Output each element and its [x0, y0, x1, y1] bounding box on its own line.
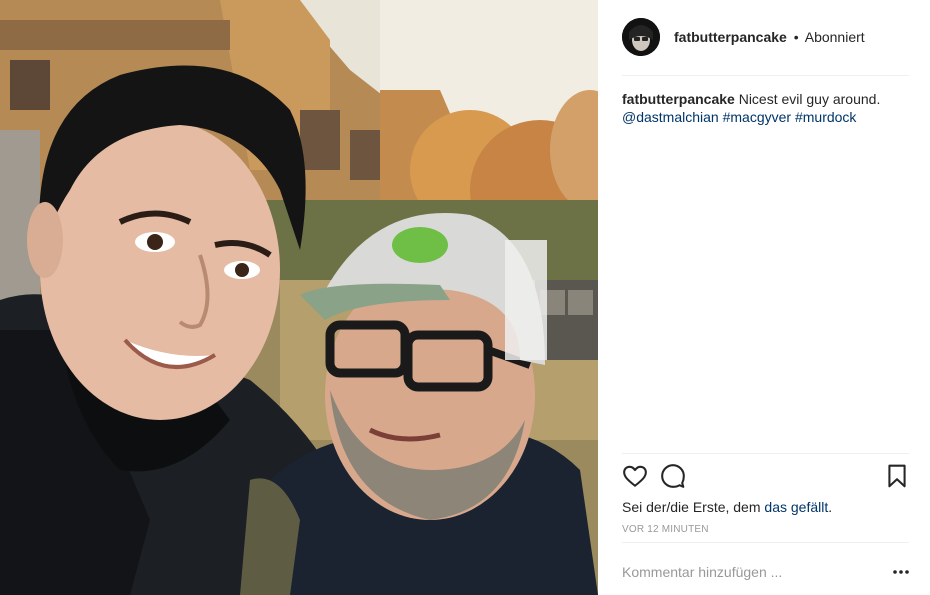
divider: [622, 75, 909, 76]
caption-mention[interactable]: @dastmalchian: [622, 109, 719, 125]
divider: [622, 542, 909, 543]
post-caption: fatbutterpancake Nicest evil guy around.…: [622, 90, 909, 126]
likes-link[interactable]: das gefällt: [764, 499, 828, 515]
more-options-icon[interactable]: [890, 564, 912, 580]
comment-icon[interactable]: [660, 463, 686, 489]
post-timestamp[interactable]: VOR 12 MINUTEN: [622, 524, 709, 535]
divider: [622, 453, 909, 454]
post-photo[interactable]: [0, 0, 598, 595]
bookmark-icon[interactable]: [884, 463, 910, 489]
follow-status-button[interactable]: Abonniert: [805, 29, 865, 45]
avatar-image: [622, 18, 660, 56]
caption-text: Nicest evil guy around.: [738, 91, 881, 107]
avatar[interactable]: [622, 18, 660, 56]
header-separator: •: [793, 29, 799, 45]
caption-hashtag[interactable]: #murdock: [795, 109, 856, 125]
heart-icon[interactable]: [622, 463, 648, 489]
likes-summary: Sei der/die Erste, dem das gefällt.: [622, 499, 832, 515]
caption-username[interactable]: fatbutterpancake: [622, 91, 735, 107]
header-username[interactable]: fatbutterpancake: [674, 29, 787, 45]
post-header: fatbutterpancake • Abonniert: [622, 16, 909, 58]
action-bar: [622, 463, 909, 493]
likes-suffix: .: [828, 499, 833, 515]
post-side-panel: fatbutterpancake • Abonniert fatbutterpa…: [598, 0, 930, 595]
caption-hashtag[interactable]: #macgyver: [723, 109, 791, 125]
comment-input[interactable]: [622, 560, 862, 584]
header-text: fatbutterpancake • Abonniert: [674, 29, 865, 45]
selfie-image: [0, 0, 598, 595]
likes-prefix: Sei der/die Erste, dem: [622, 499, 761, 515]
